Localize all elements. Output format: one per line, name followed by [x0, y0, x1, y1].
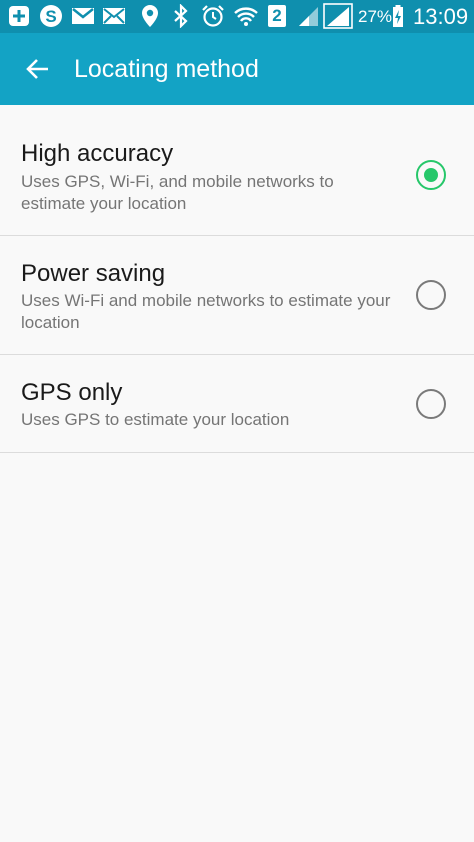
sim-number: 2 [272, 6, 282, 25]
app-bar: Locating method [0, 33, 474, 105]
status-bar: S 2 27% 13:09 [0, 0, 474, 33]
page-title: Locating method [74, 55, 259, 83]
locating-method-options: High accuracy Uses GPS, Wi-Fi, and mobil… [0, 105, 474, 453]
sim-2-icon: 2 [264, 4, 290, 28]
battery-percentage: 27% [358, 7, 393, 26]
alarm-icon [200, 4, 226, 28]
radio-power-saving[interactable] [416, 280, 446, 310]
option-description: Uses Wi-Fi and mobile networks to estima… [21, 291, 391, 332]
signal-icon [322, 3, 354, 29]
bluetooth-icon [168, 4, 194, 28]
clock: 13:09 [413, 4, 469, 29]
svg-text:S: S [45, 7, 56, 26]
battery-charging-icon [390, 4, 406, 28]
option-power-saving[interactable]: Power saving Uses Wi-Fi and mobile netwo… [0, 236, 474, 355]
option-title: High accuracy [21, 140, 174, 167]
option-description: Uses GPS to estimate your location [21, 410, 290, 429]
radio-high-accuracy[interactable] [416, 160, 446, 190]
gmail-icon [70, 4, 96, 28]
back-button[interactable] [14, 45, 62, 93]
option-high-accuracy[interactable]: High accuracy Uses GPS, Wi-Fi, and mobil… [0, 105, 474, 236]
option-title: GPS only [21, 379, 123, 406]
radio-gps-only[interactable] [416, 389, 446, 419]
option-title: Power saving [21, 260, 166, 287]
radio-selected-dot [424, 168, 438, 182]
add-box-icon [6, 4, 32, 28]
email-icon [101, 4, 127, 28]
back-arrow-icon [26, 59, 48, 79]
option-description: Uses GPS, Wi-Fi, and mobile networks to … [21, 172, 334, 213]
option-gps-only[interactable]: GPS only Uses GPS to estimate your locat… [0, 355, 474, 453]
wifi-icon [233, 4, 259, 28]
skype-icon: S [38, 4, 64, 28]
signal-icon [295, 4, 321, 28]
location-icon [137, 4, 163, 28]
